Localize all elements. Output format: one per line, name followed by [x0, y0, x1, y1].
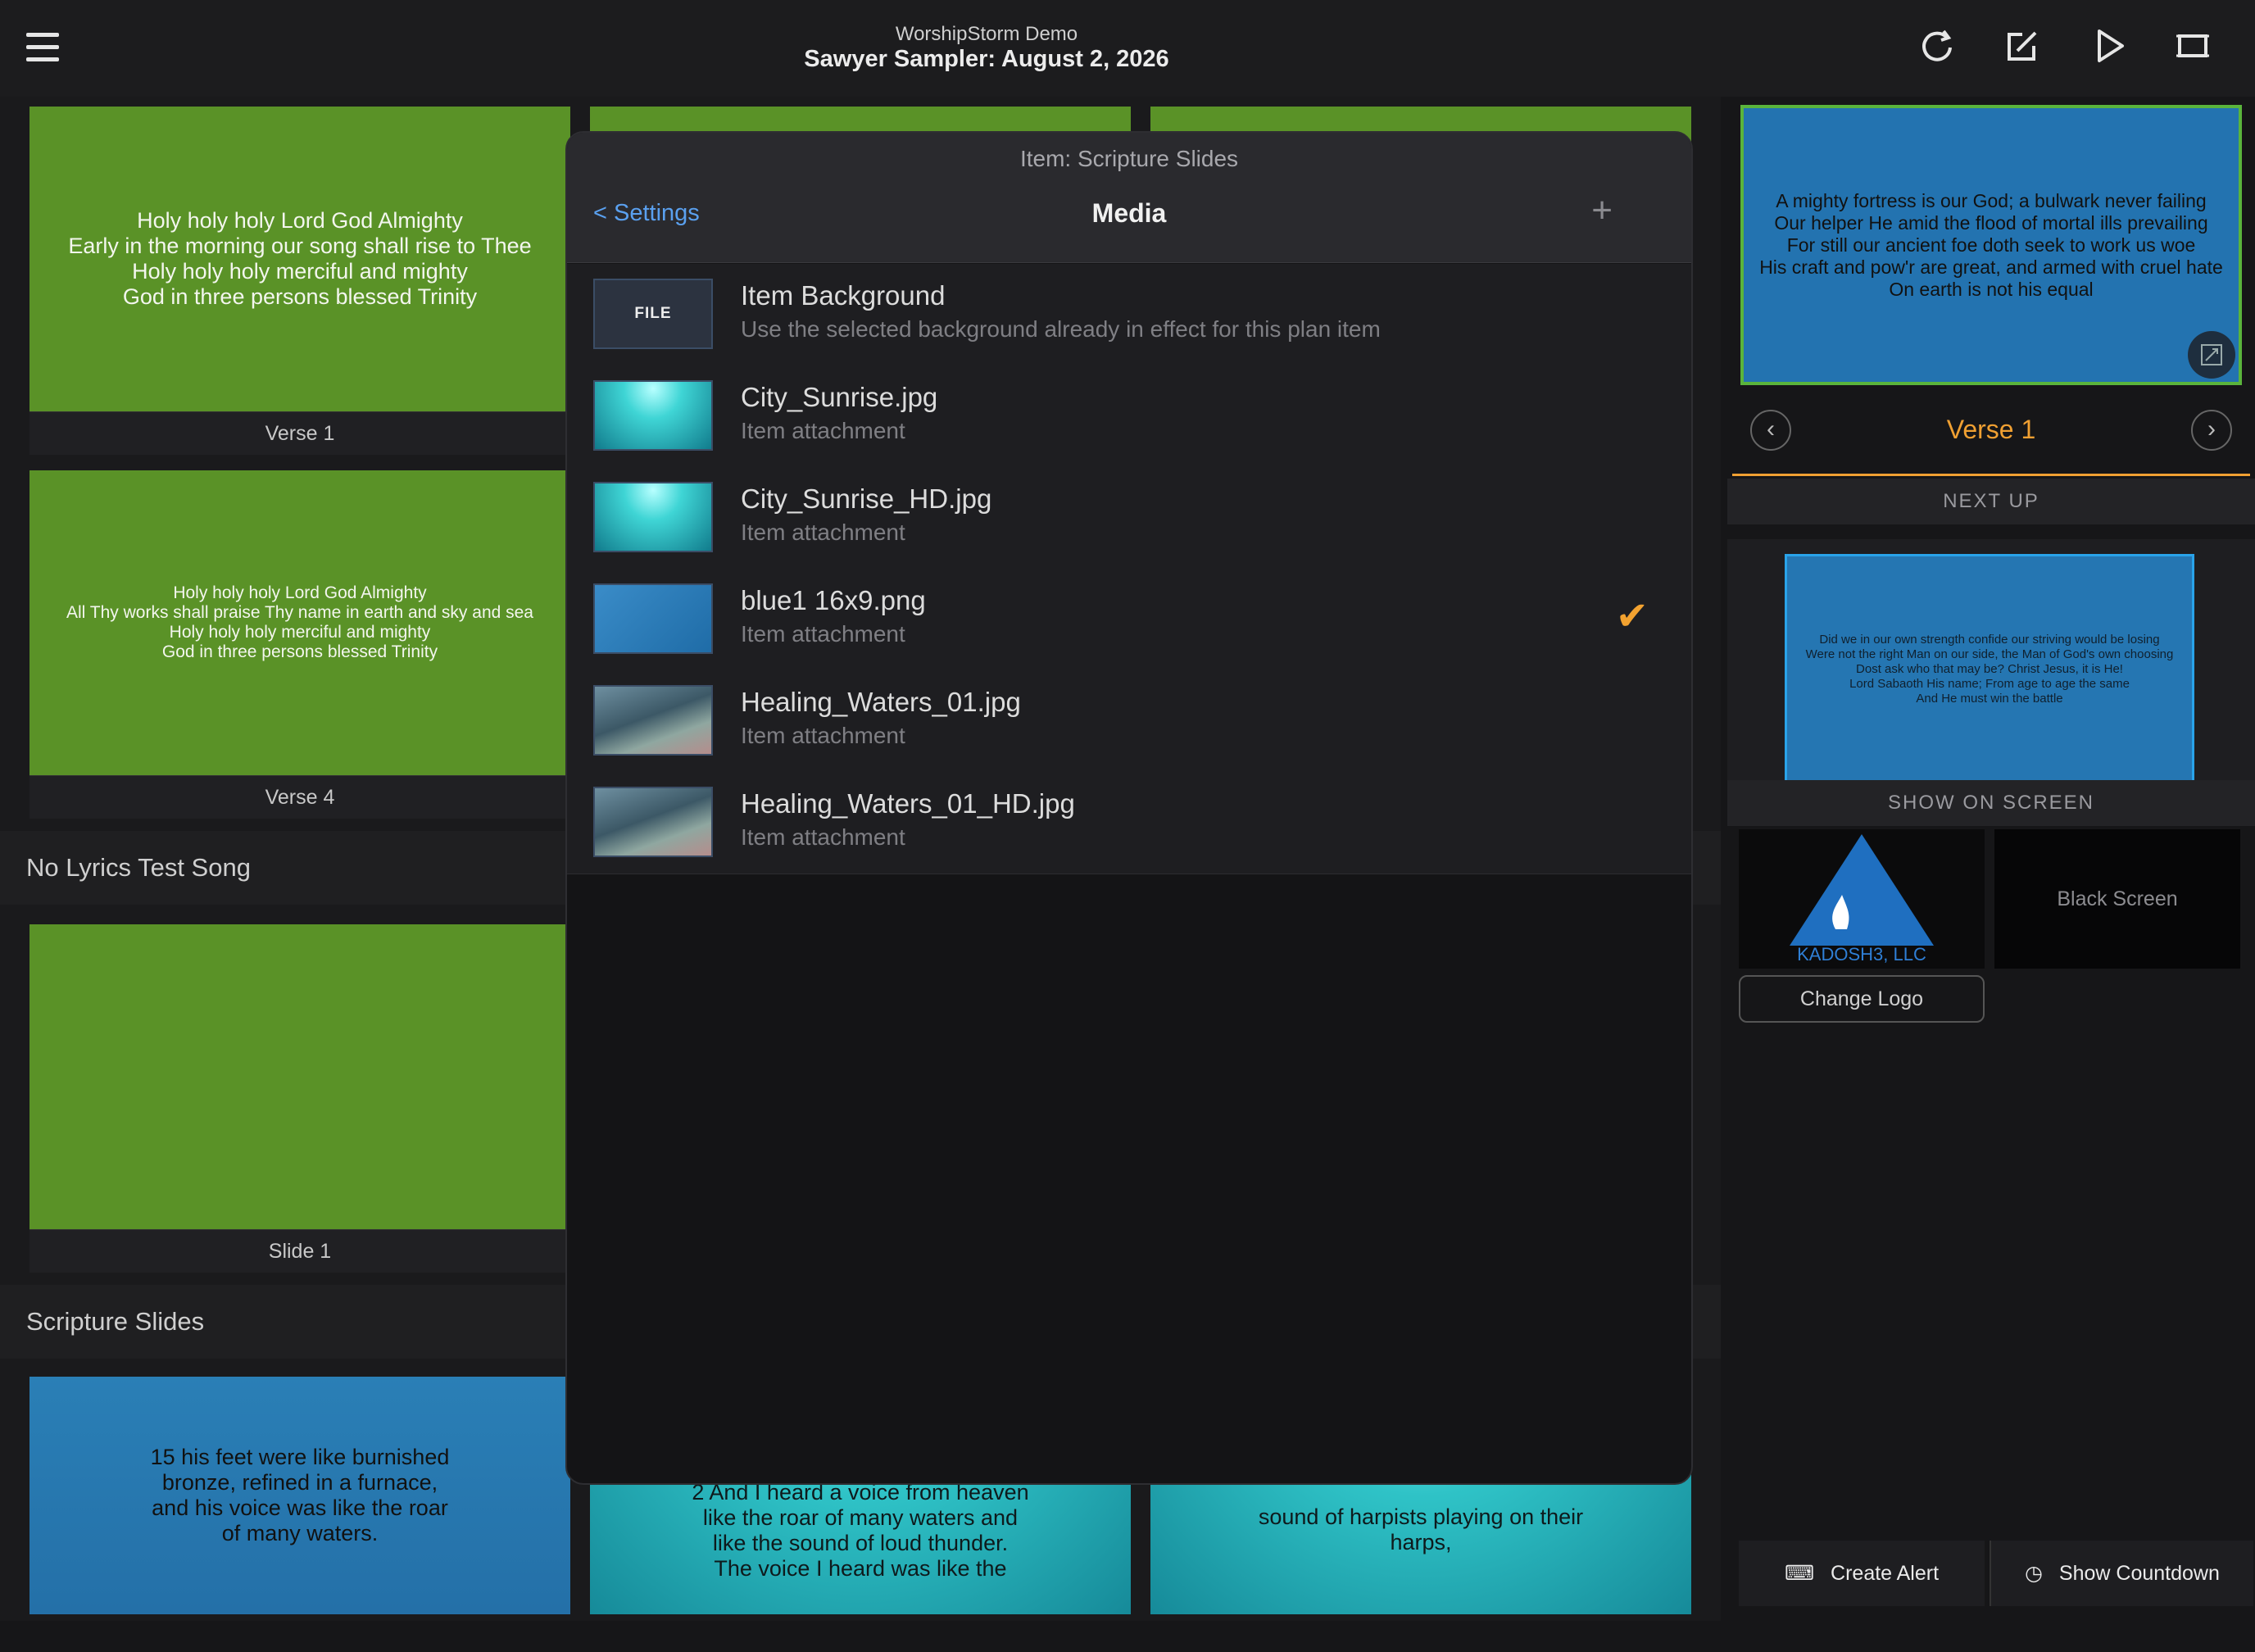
checkmark-icon: ✔: [1615, 595, 1649, 638]
file-icon: FILE: [593, 279, 713, 349]
slide-line: God in three persons blessed Trinity: [161, 642, 438, 661]
popover-title: Media: [1091, 198, 1167, 228]
preview-line: A mighty fortress is our God; a bulwark …: [1776, 189, 2207, 211]
refresh-icon[interactable]: [1914, 23, 1960, 69]
slide-label: Verse 1: [29, 411, 570, 455]
slide-line: sound of harpists playing on their: [1258, 1504, 1584, 1529]
play-icon[interactable]: [2086, 23, 2132, 69]
media-row[interactable]: Healing_Waters_01.jpg Item attachment: [567, 670, 1691, 773]
media-row[interactable]: City_Sunrise_HD.jpg Item attachment: [567, 467, 1691, 570]
media-description: Item attachment: [741, 824, 905, 850]
slide-line: harps,: [1390, 1530, 1452, 1554]
slide-thumbnail[interactable]: 15 his feet were like burnished bronze, r…: [29, 1377, 570, 1614]
media-thumbnail: [593, 380, 713, 451]
media-name: City_Sunrise_HD.jpg: [741, 483, 992, 514]
slide-label: Verse 4: [29, 775, 570, 819]
slide-thumbnail[interactable]: [29, 924, 570, 1229]
show-on-screen-header: SHOW ON SCREEN: [1727, 780, 2255, 826]
media-popover: Item: Scripture Slides < Settings Media …: [565, 131, 1693, 1485]
media-description: Item attachment: [741, 418, 905, 443]
next-slide-preview[interactable]: Did we in our own strength confide our s…: [1785, 554, 2194, 785]
media-name: Healing_Waters_01_HD.jpg: [741, 788, 1075, 819]
keyboard-icon: ⌨: [1784, 1562, 1815, 1585]
divider: [1732, 474, 2250, 476]
black-screen-tile[interactable]: Black Screen: [1994, 829, 2240, 969]
popover-header: Item: Scripture Slides < Settings Media …: [567, 133, 1691, 263]
preview-line: On earth is not his equal: [1889, 278, 2094, 300]
current-verse-label: Verse 1: [1946, 415, 2036, 444]
media-row[interactable]: Healing_Waters_01_HD.jpg Item attachment: [567, 772, 1691, 874]
next-line: Were not the right Man on our side, the …: [1805, 647, 2174, 661]
next-slide-button[interactable]: ›: [2191, 410, 2232, 451]
logo-text: KADOSH3, LLC: [1797, 944, 1926, 964]
media-description: Use the selected background already in e…: [741, 316, 1381, 342]
next-line: And He must win the battle: [1916, 692, 2063, 706]
slide-line: The voice I heard was like the: [714, 1556, 1007, 1581]
change-logo-button[interactable]: Change Logo: [1739, 975, 1985, 1023]
right-panel: A mighty fortress is our God; a bulwark …: [1727, 97, 2255, 1621]
slide-line: like the sound of loud thunder.: [712, 1531, 1009, 1555]
show-countdown-button[interactable]: ◷ Show Countdown: [1990, 1541, 2253, 1606]
top-bar: WorshipStorm Demo Sawyer Sampler: August…: [0, 0, 2255, 97]
slide-line: 15 his feet were like burnished: [150, 1445, 450, 1469]
slide-line: like the roar of many waters and: [702, 1505, 1019, 1530]
popover-subtitle: Item: Scripture Slides: [1019, 146, 1239, 171]
media-name: Item Background: [741, 280, 946, 311]
preview-line: For still our ancient foe doth seek to w…: [1786, 234, 2196, 256]
media-thumbnail: [593, 685, 713, 756]
slide-label: Slide 1: [29, 1229, 570, 1273]
media-description: Item attachment: [741, 621, 905, 647]
media-row[interactable]: blue1 16x9.png Item attachment ✔: [567, 569, 1691, 671]
media-description: Item attachment: [741, 520, 905, 545]
slide-line: Holy holy holy merciful and mighty: [169, 623, 431, 642]
slide-line: of many waters.: [221, 1521, 379, 1545]
create-alert-label: Create Alert: [1831, 1561, 1940, 1585]
slide-line: All Thy works shall praise Thy name in e…: [66, 603, 533, 622]
slide-line: bronze, refined in a furnace,: [161, 1470, 438, 1495]
slide-line: Holy holy holy Lord God Almighty: [137, 208, 463, 233]
expand-icon[interactable]: [2188, 331, 2235, 379]
next-line: Did we in our own strength confide our s…: [1819, 633, 2160, 647]
slide-line: God in three persons blessed Trinity: [122, 284, 478, 309]
next-up-header: NEXT UP: [1727, 479, 2255, 524]
media-row[interactable]: City_Sunrise.jpg Item attachment: [567, 365, 1691, 468]
preview-line: Our helper He amid the flood of mortal i…: [1774, 211, 2208, 234]
next-up-area: Did we in our own strength confide our s…: [1727, 539, 2255, 785]
media-name: blue1 16x9.png: [741, 585, 926, 615]
edit-icon[interactable]: [1999, 23, 2045, 69]
media-name: Healing_Waters_01.jpg: [741, 687, 1021, 717]
media-name: City_Sunrise.jpg: [741, 382, 938, 412]
slide-line: Early in the morning our song shall rise…: [68, 234, 532, 258]
media-thumbnail: [593, 583, 713, 654]
screen-icon[interactable]: [2170, 23, 2216, 69]
media-thumbnail: [593, 482, 713, 552]
next-line: Lord Sabaoth His name; From age to age t…: [1849, 677, 2130, 691]
preview-line: His craft and pow'r are great, and armed…: [1759, 256, 2223, 278]
slide-thumbnail[interactable]: Holy holy holy Lord God Almighty All Thy …: [29, 470, 570, 775]
clock-icon: ◷: [2025, 1562, 2043, 1585]
logo-tile[interactable]: KADOSH3, LLC: [1739, 829, 1985, 969]
media-row[interactable]: FILE Item Background Use the selected ba…: [567, 264, 1691, 366]
header-subtitle: WorshipStorm Demo: [895, 23, 1078, 45]
add-media-button[interactable]: +: [1591, 190, 1613, 231]
slide-line: Holy holy holy merciful and mighty: [132, 259, 468, 284]
slide-line: and his voice was like the roar: [152, 1495, 448, 1520]
create-alert-button[interactable]: ⌨ Create Alert: [1739, 1541, 1985, 1606]
show-countdown-label: Show Countdown: [2058, 1561, 2220, 1585]
slide-thumbnail[interactable]: Holy holy holy Lord God Almighty Early in…: [29, 107, 570, 411]
next-line: Dost ask who that may be? Christ Jesus, …: [1856, 662, 2123, 676]
slide-line: Holy holy holy Lord God Almighty: [173, 583, 427, 602]
live-preview[interactable]: A mighty fortress is our God; a bulwark …: [1740, 105, 2242, 385]
header-title: Sawyer Sampler: August 2, 2026: [804, 46, 1169, 72]
media-thumbnail: [593, 787, 713, 857]
media-description: Item attachment: [741, 723, 905, 748]
